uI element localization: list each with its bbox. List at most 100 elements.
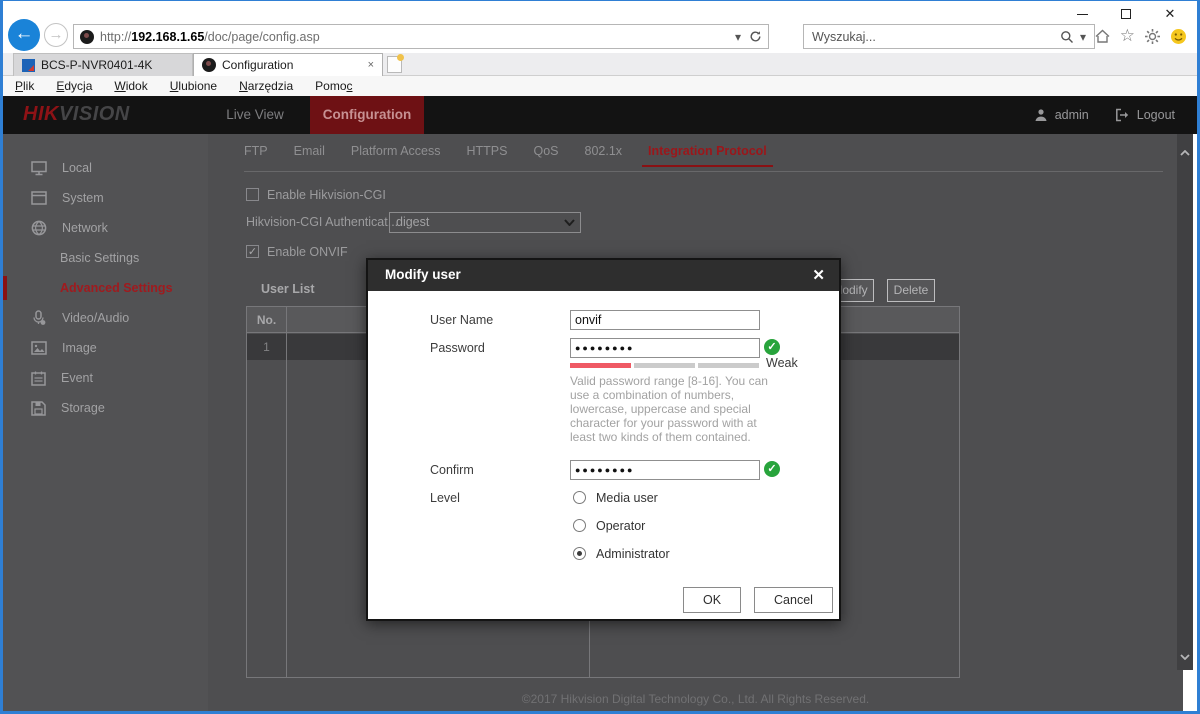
browser-toolbar-icons: ☆ — [1094, 26, 1187, 46]
radio-operator[interactable] — [573, 519, 586, 532]
cancel-button[interactable]: Cancel — [754, 587, 833, 613]
enable-onvif-label: Enable ONVIF — [267, 245, 348, 259]
no-column-separator — [247, 307, 287, 677]
username-label: admin — [1055, 108, 1089, 122]
sidebar: Local System Network Basic Settings Adva… — [3, 134, 208, 714]
enable-hikvision-cgi-label: Enable Hikvision-CGI — [267, 188, 386, 202]
site-header: HIKVISION Live View Configuration admin … — [3, 96, 1197, 134]
menu-narzedzia[interactable]: Narzędzia — [239, 79, 293, 93]
dialog-close-icon[interactable]: ✕ — [812, 266, 825, 284]
tab-integration-protocol[interactable]: Integration Protocol — [648, 144, 767, 158]
scroll-up-icon[interactable] — [1177, 144, 1193, 162]
strength-segment-2 — [634, 363, 695, 368]
sidebar-item-storage[interactable]: Storage — [3, 393, 208, 423]
tab-https[interactable]: HTTPS — [467, 144, 508, 158]
minimize-button[interactable] — [1067, 5, 1097, 23]
feedback-smiley-icon[interactable] — [1170, 28, 1187, 45]
enable-hikvision-cgi-checkbox[interactable] — [246, 188, 259, 201]
tab-divider — [244, 171, 1163, 172]
chevron-down-icon — [564, 219, 575, 226]
delete-button[interactable]: Delete — [887, 279, 935, 302]
event-calendar-icon — [31, 371, 46, 386]
tab-ftp[interactable]: FTP — [244, 144, 268, 158]
user-name-input[interactable]: onvif — [570, 310, 760, 330]
logout-label: Logout — [1137, 108, 1175, 122]
password-input[interactable]: ●●●●●●●● — [570, 338, 760, 358]
logout-button[interactable]: Logout — [1115, 108, 1175, 122]
close-button[interactable]: ✕ — [1155, 5, 1185, 23]
nav-tab-live-view[interactable]: Live View — [215, 96, 295, 134]
menu-widok[interactable]: Widok — [114, 79, 147, 93]
url-text[interactable]: http://192.168.1.65/doc/page/config.asp — [100, 30, 729, 44]
menu-pomoc[interactable]: Pomoc — [315, 79, 352, 93]
url-host: 192.168.1.65 — [131, 30, 204, 44]
maximize-icon — [1121, 9, 1131, 19]
url-path: /doc/page/config.asp — [204, 30, 319, 44]
menu-plik[interactable]: Plik — [15, 79, 34, 93]
confirm-input[interactable]: ●●●●●●●● — [570, 460, 760, 480]
browser-tab-title: Configuration — [222, 58, 293, 72]
browser-tab-strip: BCS-P-NVR0401-4K Configuration × — [3, 53, 1197, 76]
modify-user-dialog: Modify user ✕ User Name onvif Password ●… — [366, 258, 841, 621]
radio-administrator-label: Administrator — [596, 547, 670, 561]
back-button[interactable]: ← — [8, 19, 40, 51]
confirm-label: Confirm — [430, 463, 474, 477]
forward-button[interactable]: → — [44, 23, 68, 47]
enable-onvif-checkbox[interactable]: ✓ — [246, 245, 259, 258]
logout-icon — [1115, 108, 1130, 122]
tab-8021x[interactable]: 802.1x — [585, 144, 623, 158]
sidebar-item-advanced-settings[interactable]: Advanced Settings — [3, 273, 208, 303]
sidebar-item-network[interactable]: Network — [3, 213, 208, 243]
new-tab-button[interactable] — [387, 56, 402, 73]
menu-ulubione[interactable]: Ulubione — [170, 79, 217, 93]
radio-administrator[interactable] — [573, 547, 586, 560]
sidebar-item-event[interactable]: Event — [3, 363, 208, 393]
radio-operator-label: Operator — [596, 519, 645, 533]
current-user: admin — [1034, 108, 1089, 122]
password-valid-icon: ✓ — [764, 339, 780, 355]
back-icon: ← — [15, 23, 34, 44]
refresh-icon[interactable] — [749, 30, 762, 43]
cgi-authentication-select[interactable]: digest — [389, 212, 581, 233]
home-icon[interactable] — [1094, 28, 1111, 45]
scroll-down-icon[interactable] — [1177, 648, 1193, 666]
sidebar-item-video-audio[interactable]: Video/Audio — [3, 303, 208, 333]
search-icon[interactable] — [1060, 30, 1074, 44]
maximize-button[interactable] — [1111, 5, 1141, 23]
sidebar-item-basic-settings[interactable]: Basic Settings — [3, 243, 208, 273]
browser-nav-row: ← → http://192.168.1.65/doc/page/config.… — [3, 23, 1197, 53]
sidebar-item-system[interactable]: System — [3, 183, 208, 213]
address-bar[interactable]: http://192.168.1.65/doc/page/config.asp … — [73, 24, 769, 49]
radio-media-user[interactable] — [573, 491, 586, 504]
user-name-label: User Name — [430, 313, 493, 327]
tab-email[interactable]: Email — [294, 144, 325, 158]
favorites-icon[interactable]: ☆ — [1120, 26, 1135, 46]
cgi-authentication-value: digest — [396, 215, 429, 229]
page-scrollbar[interactable] — [1177, 134, 1193, 670]
nav-tab-configuration[interactable]: Configuration — [310, 96, 424, 134]
dialog-title: Modify user — [385, 267, 461, 282]
search-dropdown-icon[interactable]: ▾ — [1080, 30, 1086, 44]
ok-button[interactable]: OK — [683, 587, 741, 613]
checkmark-icon: ✓ — [248, 246, 257, 258]
window-titlebar[interactable]: ✕ — [3, 1, 1197, 23]
tab-platform-access[interactable]: Platform Access — [351, 144, 441, 158]
browser-tab-bcs[interactable]: BCS-P-NVR0401-4K — [13, 53, 193, 76]
browser-tab-configuration[interactable]: Configuration × — [193, 53, 383, 76]
forward-icon: → — [49, 26, 64, 43]
sidebar-item-local[interactable]: Local — [3, 153, 208, 183]
confirm-valid-icon: ✓ — [764, 461, 780, 477]
menu-edycja[interactable]: Edycja — [56, 79, 92, 93]
password-label: Password — [430, 341, 485, 355]
system-window-icon — [31, 191, 47, 205]
level-label: Level — [430, 491, 460, 505]
dialog-header: Modify user ✕ — [368, 260, 839, 291]
strength-segment-3 — [698, 363, 759, 368]
tab-close-icon[interactable]: × — [368, 59, 374, 71]
tab-qos[interactable]: QoS — [533, 144, 558, 158]
search-box[interactable]: Wyszukaj... ▾ — [803, 24, 1095, 49]
hikvision-logo: HIKVISION — [23, 103, 130, 126]
settings-gear-icon[interactable] — [1144, 28, 1161, 45]
sidebar-item-image[interactable]: Image — [3, 333, 208, 363]
address-dropdown-icon[interactable]: ▾ — [735, 30, 741, 44]
